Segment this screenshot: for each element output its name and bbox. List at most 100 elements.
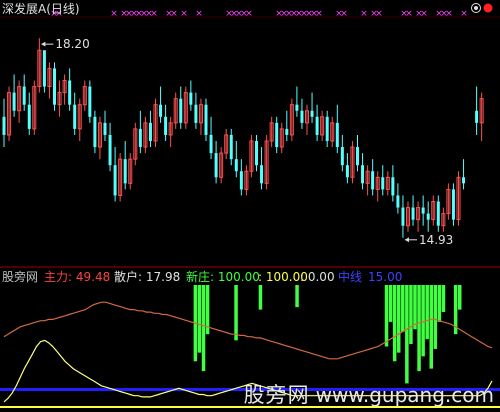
xinzhuang-bar <box>384 285 389 347</box>
legend-sanhu: 散户: 17.98 <box>114 270 181 284</box>
xinzhuang-bar <box>396 285 401 353</box>
candle-body <box>214 153 218 178</box>
candle-body <box>335 122 339 148</box>
candle-body <box>275 122 279 148</box>
xinzhuang-bar <box>441 285 446 313</box>
legend-zhuli: 主力: 49.48 <box>44 270 111 284</box>
xinzhuang-bar <box>392 285 397 362</box>
xinzhuang-bar <box>258 285 263 310</box>
xinzhuang-bar <box>417 285 421 372</box>
watermark-en: www.gupang.com <box>315 383 494 407</box>
signal-mark: × <box>170 9 178 19</box>
candle-body <box>340 147 344 166</box>
candle-body <box>361 165 365 184</box>
candle-body <box>436 201 440 226</box>
high-label: 18.20 <box>55 37 89 51</box>
candle-body <box>462 177 466 184</box>
xinzhuang-bar <box>429 285 433 369</box>
xinzhuang-bar <box>388 285 393 322</box>
chart-canvas: ×× × ××××××× ×× × × ××××× ××××××××× ×× × ×× ×× ×× ×××… <box>0 0 500 412</box>
candle-body <box>194 104 198 123</box>
candle-body <box>12 92 16 111</box>
chart-background <box>0 0 500 412</box>
indicator-name: 股旁网 <box>2 270 39 284</box>
candle-body <box>381 177 385 190</box>
legend-midline-value: 15.00 <box>368 270 403 284</box>
candle-body <box>159 104 163 117</box>
candle-body <box>123 159 127 184</box>
candle-body <box>73 104 77 129</box>
signal-mark: × <box>315 9 323 19</box>
candle-body <box>2 116 6 135</box>
candle-body <box>356 147 359 166</box>
xinzhuang-bar <box>197 285 202 353</box>
candle-body <box>255 141 258 166</box>
candle-body <box>234 159 238 172</box>
signal-mark: × <box>195 9 203 19</box>
candle-body <box>42 50 46 87</box>
candle-body <box>421 207 425 214</box>
watermark: 股旁网 www.gupang.com <box>244 379 494 409</box>
signal-mark: × <box>340 9 348 19</box>
xinzhuang-bar <box>437 285 442 322</box>
signal-mark: × <box>405 9 413 19</box>
candle-body <box>53 68 56 105</box>
signal-mark: × <box>360 9 368 19</box>
signal-mark: × <box>150 9 158 19</box>
signal-mark: × <box>445 9 453 19</box>
xinzhuang-bar <box>295 285 299 308</box>
legend-xinzhuang: 新庄: 100.00 <box>186 270 260 284</box>
candle-body <box>103 122 107 135</box>
xinzhuang-bar <box>433 285 438 349</box>
candle-body <box>300 110 304 123</box>
candle-body <box>204 104 208 135</box>
signal-mark: × <box>180 9 188 19</box>
candle-body <box>411 207 415 220</box>
candle-body <box>426 213 430 220</box>
candle-body <box>345 165 349 178</box>
signal-mark: × <box>110 9 118 19</box>
xinzhuang-bar <box>421 285 425 357</box>
xinzhuang-bar <box>401 285 405 332</box>
xinzhuang-bar <box>413 285 417 330</box>
candle-body <box>396 195 400 208</box>
signal-mark: × <box>460 9 468 19</box>
candle-body <box>88 86 92 117</box>
mode-indicator[interactable] <box>470 1 496 18</box>
candle-body <box>239 171 243 190</box>
legend-lower: : 0.00 <box>300 270 335 284</box>
candle-body <box>451 189 455 220</box>
candle-body <box>27 104 31 129</box>
candle-body <box>371 171 375 190</box>
legend-midline: 中线 <box>338 270 363 284</box>
xinzhuang-bar <box>405 285 409 384</box>
candle-body <box>164 116 168 135</box>
candle-body <box>285 128 289 135</box>
candle-body <box>475 110 479 123</box>
xinzhuang-bar <box>409 285 413 345</box>
candle-body <box>260 165 264 184</box>
candle-body <box>325 116 329 141</box>
candle-body <box>22 86 26 105</box>
candle-body <box>93 116 97 148</box>
candle-body <box>113 165 117 196</box>
candle-body <box>148 122 152 141</box>
candle-body <box>138 128 142 148</box>
watermark-cn: 股旁网 <box>243 383 310 407</box>
candle-body <box>315 116 319 135</box>
xinzhuang-bar <box>201 285 206 372</box>
candle-body <box>68 80 72 105</box>
xinzhuang-bar <box>457 285 462 310</box>
low-label: 14.93 <box>419 233 453 247</box>
candle-body <box>401 207 405 226</box>
candle-body <box>295 104 299 111</box>
candle-body <box>229 134 233 160</box>
chart-title: 深发展A(日线) <box>2 2 80 16</box>
toggle-icon <box>471 3 493 13</box>
candle-body <box>189 92 193 105</box>
signal-mark: × <box>420 9 428 19</box>
candle-body <box>310 110 314 117</box>
candle-body <box>209 134 213 154</box>
signal-mark: × <box>245 9 253 19</box>
xinzhuang-bar <box>425 285 429 340</box>
